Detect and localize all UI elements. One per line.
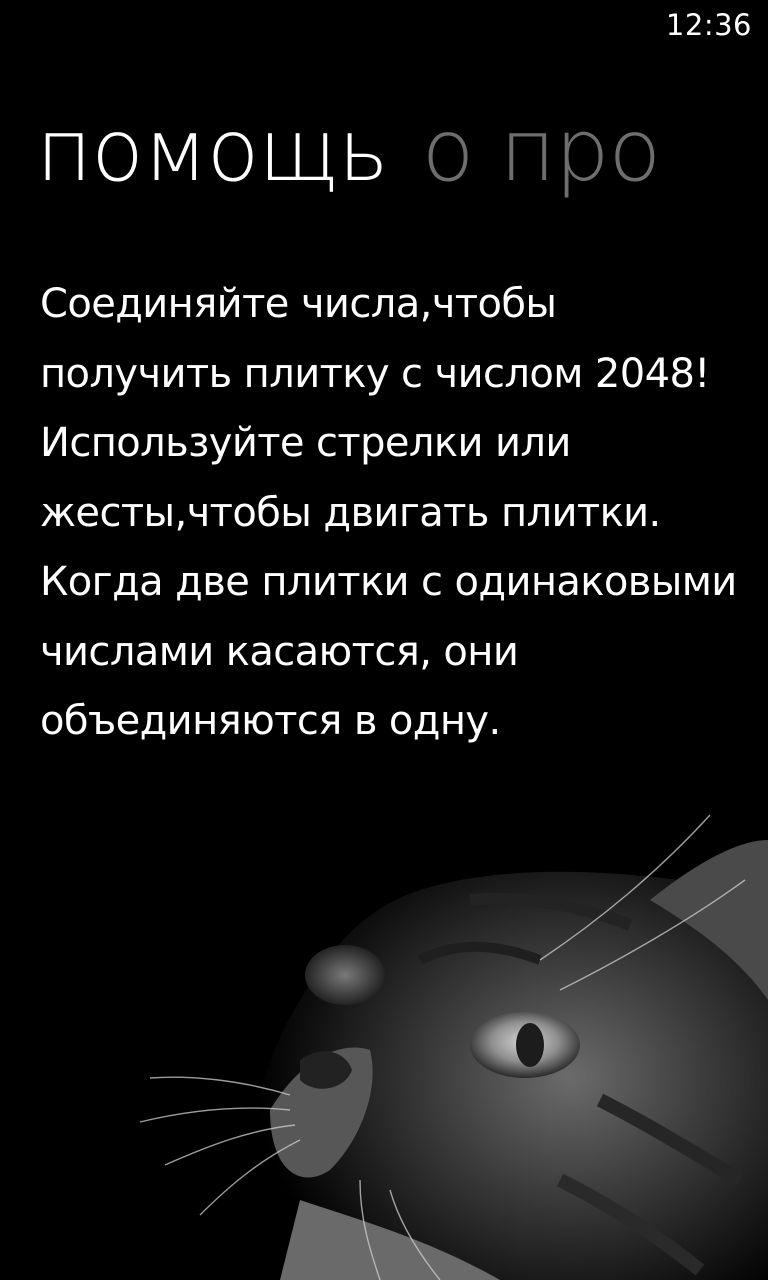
help-paragraph-merge: Когда две плитки с одинаковыми числами к… — [40, 559, 737, 744]
pivot-tab-help[interactable]: помощь — [36, 108, 389, 194]
help-content: Соединяйте числа,чтобы получить плитку с… — [40, 270, 740, 757]
app-screen: 12:36 помощь о про Соединяйте числа,чтобы… — [0, 0, 768, 1280]
pivot-tab-about[interactable]: о про — [422, 108, 661, 194]
status-clock: 12:36 — [665, 8, 752, 42]
pivot-header-strip[interactable]: помощь о про — [36, 108, 694, 194]
help-paragraph-goal: Соединяйте числа,чтобы получить плитку с… — [40, 281, 710, 397]
help-paragraph-controls: Используйте стрелки или жесты,чтобы двиг… — [40, 420, 661, 536]
status-bar: 12:36 — [0, 0, 768, 52]
